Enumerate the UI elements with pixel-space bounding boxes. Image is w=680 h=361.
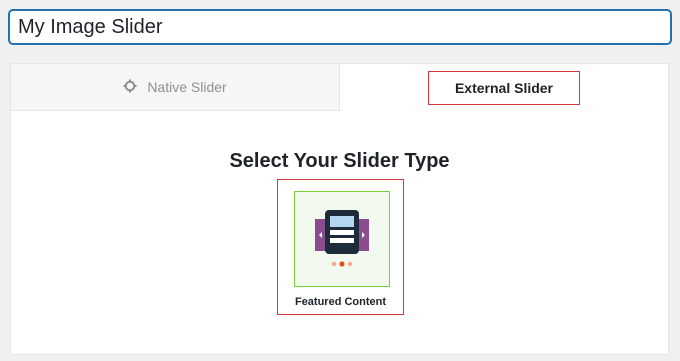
featured-content-slider-icon [315,210,369,267]
slider-tabs: Native Slider External Slider [11,64,668,111]
settings-icon [123,79,137,96]
tab-external-slider[interactable]: External Slider [340,64,668,111]
slider-title-input[interactable] [9,10,671,44]
section-heading: Select Your Slider Type [229,150,450,172]
tab-native-slider-label: Native Slider [147,79,227,95]
tab-external-slider-label: External Slider [427,70,581,105]
slider-type-thumbnail [294,191,390,287]
slider-type-label: Featured Content [294,296,387,308]
slider-type-panel: Native Slider External Slider Select You… [10,63,669,355]
slider-type-featured-content[interactable]: Featured Content [277,179,404,315]
tab-native-slider[interactable]: Native Slider [11,64,340,111]
